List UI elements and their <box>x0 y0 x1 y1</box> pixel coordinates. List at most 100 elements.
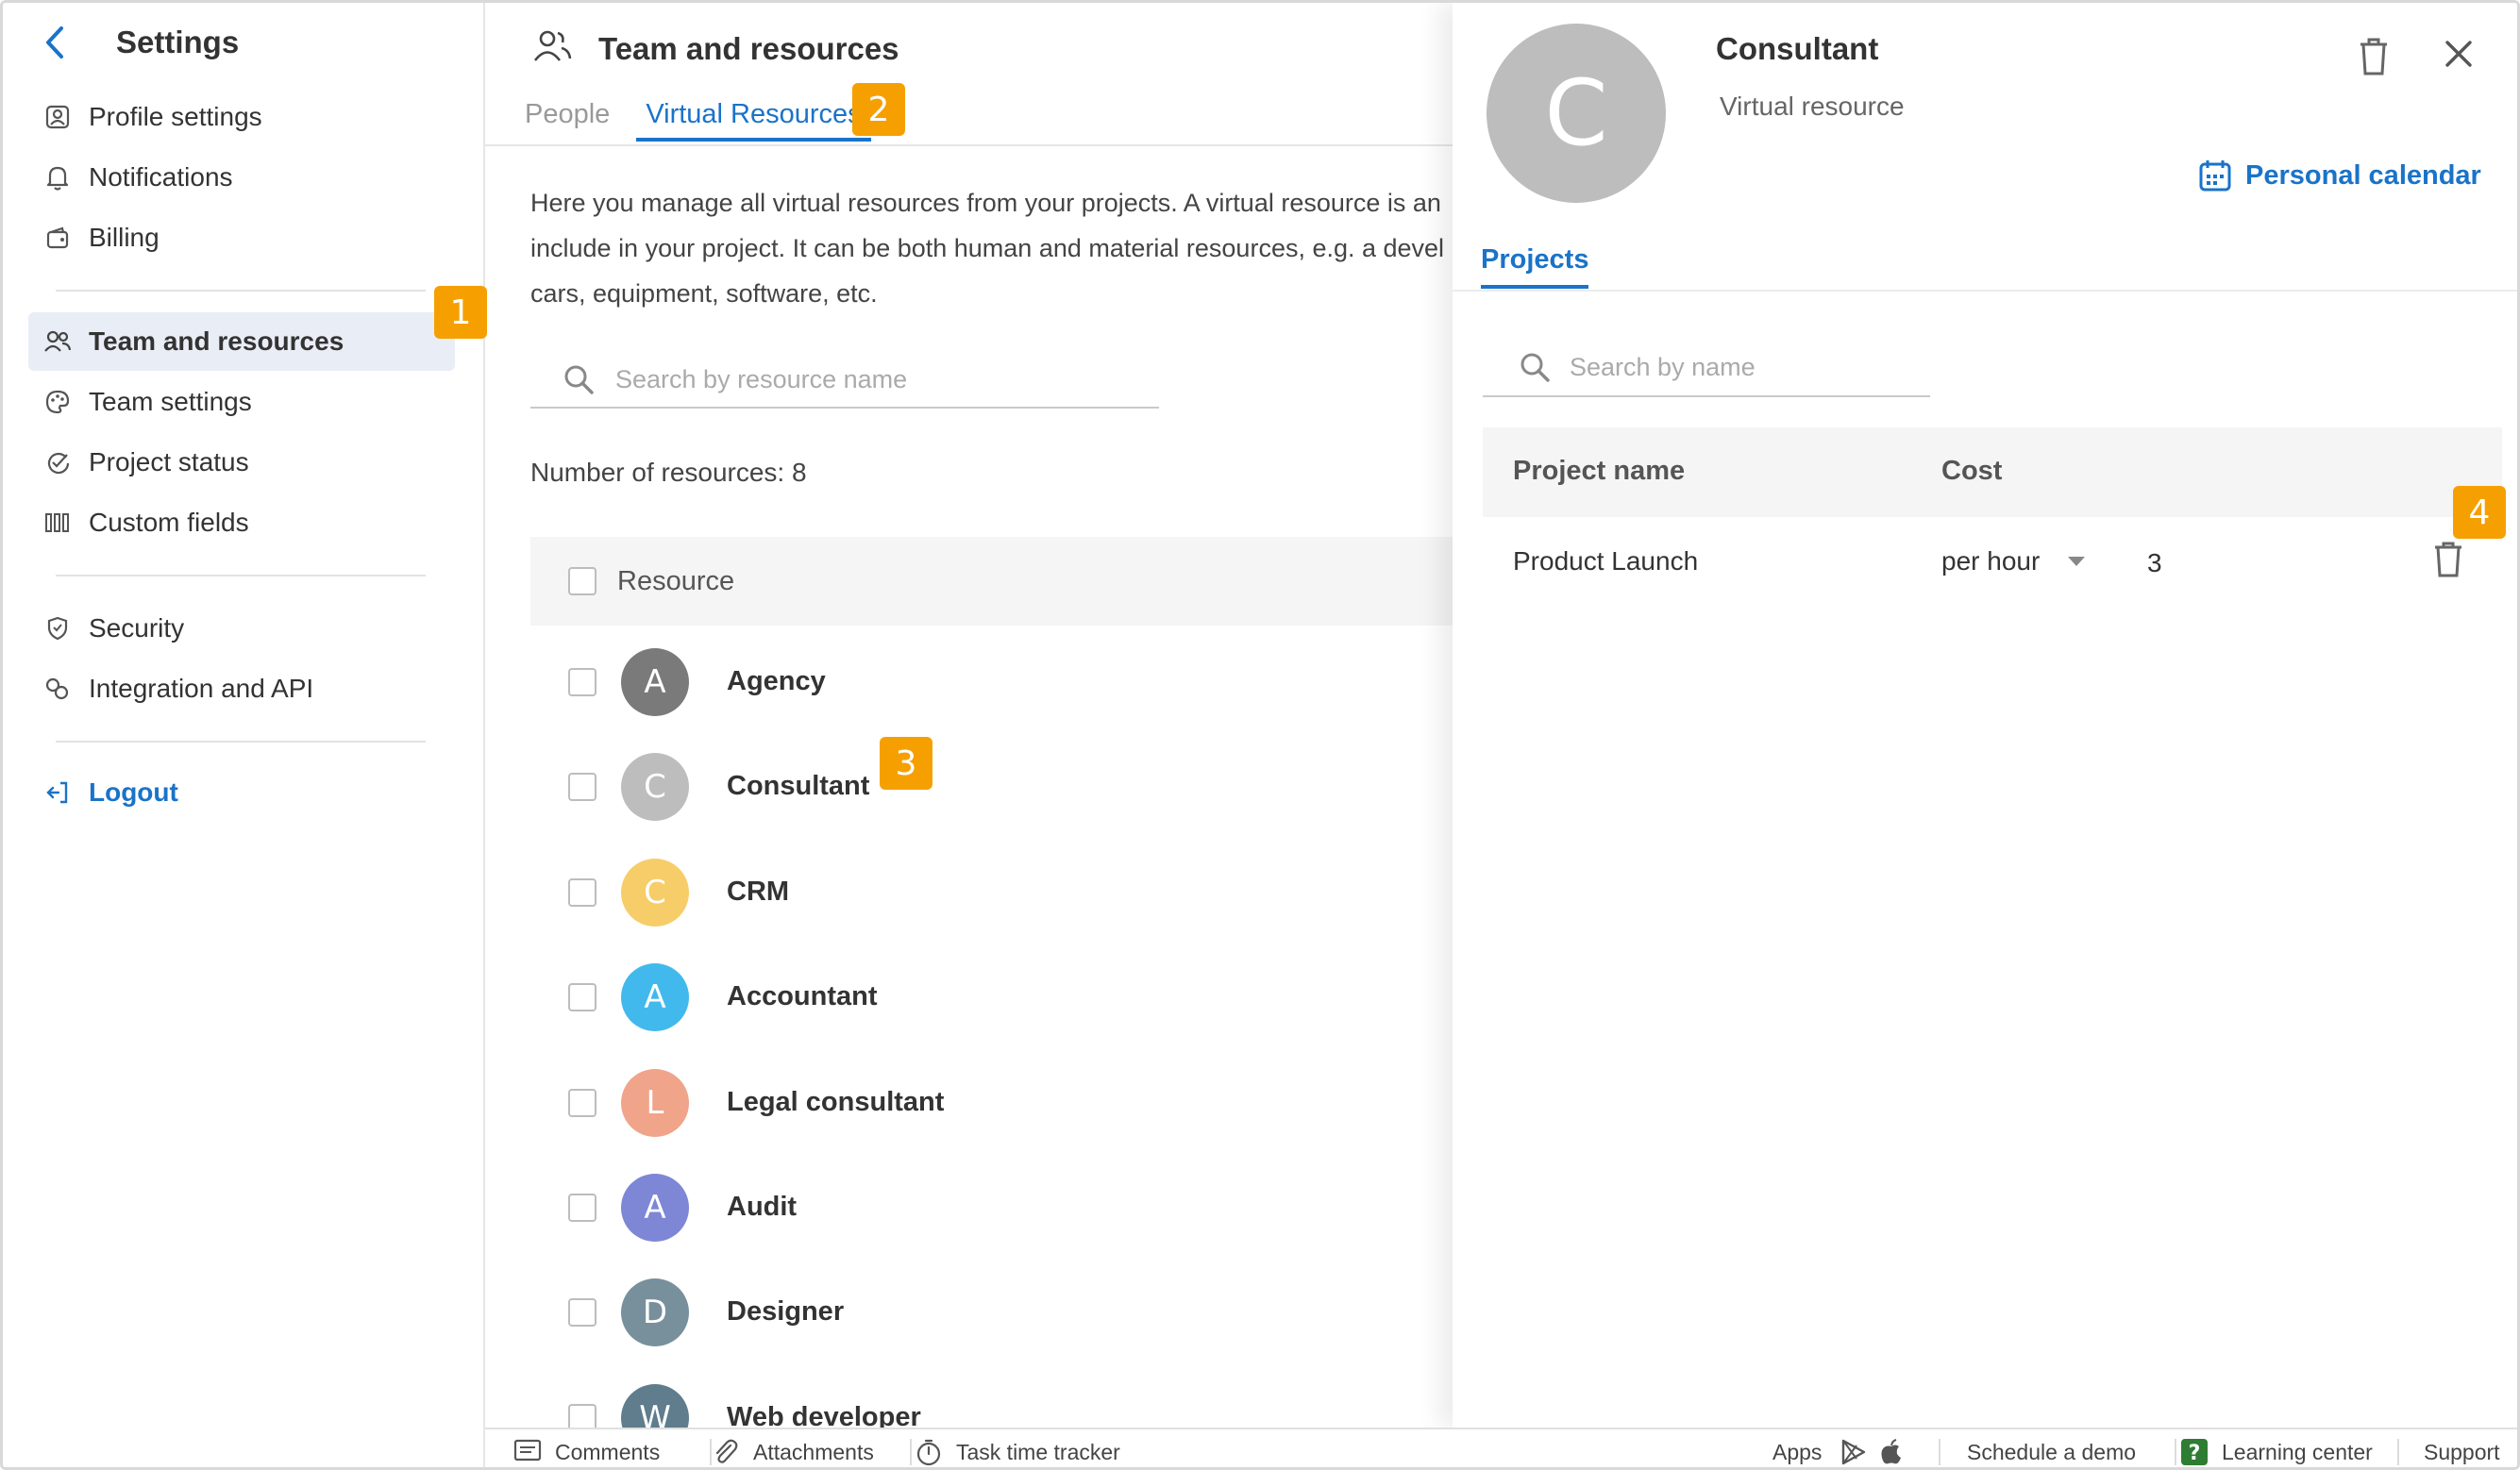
tab-virtual-resources[interactable]: Virtual Resources <box>636 93 871 142</box>
paperclip-icon <box>712 1438 740 1466</box>
help-icon: ? <box>2180 1438 2209 1466</box>
apps-button[interactable]: Apps <box>1772 1437 1822 1467</box>
panel-tabs-divider <box>1453 290 2517 292</box>
table-row[interactable]: A Accountant <box>530 944 1503 1049</box>
svg-text:?: ? <box>2189 1442 2201 1465</box>
table-row[interactable]: A Agency <box>530 629 1503 734</box>
row-checkbox[interactable] <box>568 667 596 696</box>
column-header-resource: Resource <box>617 565 735 596</box>
sidebar-item-label: Project status <box>89 447 249 476</box>
personal-calendar-button[interactable]: Personal calendar <box>2198 159 2481 192</box>
avatar: A <box>621 962 689 1031</box>
main-tabs: People Virtual Resources <box>515 93 888 142</box>
sidebar-item-label: Team settings <box>89 387 252 416</box>
play-store-icon[interactable] <box>1840 1437 1867 1467</box>
bell-icon <box>43 163 72 192</box>
footer-divider <box>910 1439 912 1465</box>
sidebar-item-notifications[interactable]: Notifications <box>28 148 455 207</box>
link-icon <box>43 675 72 703</box>
table-row[interactable]: C CRM <box>530 840 1503 944</box>
footer-bar: Comments Attachments Task time tracker A… <box>485 1428 2517 1467</box>
cost-value-input[interactable]: 3 <box>2147 548 2162 578</box>
schedule-demo-link[interactable]: Schedule a demo <box>1967 1437 2136 1467</box>
avatar: L <box>621 1068 689 1137</box>
row-checkbox[interactable] <box>568 982 596 1011</box>
sidebar-item-security[interactable]: Security <box>28 599 455 658</box>
table-row[interactable]: A Audit <box>530 1155 1503 1260</box>
sidebar-item-billing[interactable]: Billing <box>28 209 455 267</box>
column-header-cost: Cost <box>1941 456 2003 486</box>
sidebar-item-label: Notifications <box>89 162 233 192</box>
sidebar-item-label: Billing <box>89 223 160 252</box>
project-table-header: Project name Cost <box>1483 427 2502 517</box>
row-checkbox[interactable] <box>568 772 596 801</box>
task-time-tracker-button[interactable]: Task time tracker <box>915 1437 1120 1467</box>
resource-name: Consultant <box>727 771 870 801</box>
sidebar-item-integration-and-api[interactable]: Integration and API <box>28 660 455 718</box>
description-line: Here you manage all virtual resources fr… <box>530 189 1441 217</box>
avatar: C <box>621 858 689 927</box>
sidebar-item-project-status[interactable]: Project status <box>28 433 455 492</box>
stopwatch-icon <box>915 1438 943 1466</box>
project-search <box>1483 339 1930 397</box>
team-icon <box>532 29 572 69</box>
tab-people[interactable]: People <box>515 93 619 142</box>
step-badge-2: 2 <box>852 83 905 136</box>
sidebar-item-profile-settings[interactable]: Profile settings <box>28 88 455 146</box>
sidebar-header: Settings <box>41 24 239 61</box>
sidebar-divider <box>56 575 426 576</box>
apple-icon[interactable] <box>1878 1437 1905 1467</box>
learning-center-link[interactable]: ? Learning center <box>2180 1437 2373 1467</box>
row-checkbox[interactable] <box>568 1297 596 1327</box>
table-row[interactable]: D Designer <box>530 1260 1503 1364</box>
logout-button[interactable]: Logout <box>28 763 455 822</box>
search-icon <box>563 363 595 395</box>
table-row[interactable]: C Consultant <box>530 734 1503 839</box>
page-header: Team and resources <box>532 29 899 69</box>
page-title: Team and resources <box>598 31 899 66</box>
comments-label: Comments <box>555 1439 661 1464</box>
profile-icon <box>43 103 72 131</box>
row-checkbox[interactable] <box>568 1193 596 1222</box>
project-search-input[interactable] <box>1570 352 1930 382</box>
tab-projects[interactable]: Projects <box>1481 244 1589 289</box>
back-arrow-icon[interactable] <box>41 24 69 61</box>
cost-unit-dropdown[interactable]: per hour <box>1941 546 2086 576</box>
support-label: Support <box>2424 1439 2500 1464</box>
resource-count: Number of resources: 8 <box>530 458 807 487</box>
sidebar-item-label: Team and resources <box>89 326 344 356</box>
settings-sidebar: Settings Profile settings Notifications … <box>3 3 485 1467</box>
shield-icon <box>43 614 72 643</box>
sidebar-item-custom-fields[interactable]: Custom fields <box>28 493 455 552</box>
table-row[interactable]: L Legal consultant <box>530 1050 1503 1155</box>
description-line: include in your project. It can be both … <box>530 234 1445 262</box>
logout-label: Logout <box>89 777 178 807</box>
schedule-demo-label: Schedule a demo <box>1967 1439 2137 1464</box>
cost-unit-value: per hour <box>1941 546 2041 576</box>
support-link[interactable]: Support <box>2424 1437 2500 1467</box>
comments-button[interactable]: Comments <box>513 1437 660 1467</box>
delete-resource-trash-icon[interactable] <box>2357 37 2394 78</box>
avatar: C <box>1487 24 1666 203</box>
sidebar-item-label: Profile settings <box>89 102 262 131</box>
row-checkbox[interactable] <box>568 1088 596 1117</box>
apps-label: Apps <box>1772 1439 1823 1464</box>
sidebar-item-label: Integration and API <box>89 674 314 703</box>
select-all-checkbox[interactable] <box>568 567 596 595</box>
step-badge-1: 1 <box>434 286 487 339</box>
sidebar-item-team-settings[interactable]: Team settings <box>28 373 455 431</box>
attachments-button[interactable]: Attachments <box>712 1437 874 1467</box>
row-checkbox[interactable] <box>568 877 596 907</box>
avatar: A <box>621 647 689 716</box>
resource-name: CRM <box>727 877 790 907</box>
close-icon[interactable] <box>2444 39 2478 73</box>
delete-row-trash-icon[interactable] <box>2432 541 2466 580</box>
logout-icon <box>43 778 72 807</box>
resource-search <box>530 352 1159 409</box>
status-icon <box>43 448 72 476</box>
resource-search-input[interactable] <box>615 364 1144 394</box>
columns-icon <box>43 509 72 537</box>
sidebar-item-team-and-resources[interactable]: Team and resources <box>28 312 455 371</box>
description-line: cars, equipment, software, etc. <box>530 279 878 308</box>
avatar: D <box>621 1278 689 1346</box>
